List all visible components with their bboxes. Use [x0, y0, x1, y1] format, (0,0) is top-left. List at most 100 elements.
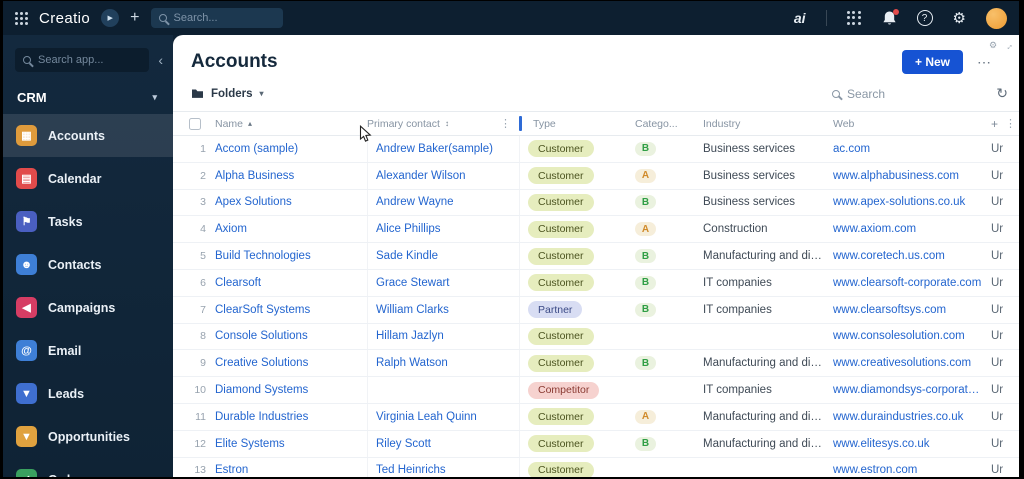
table-row[interactable]: 8 Console Solutions Hillam Jazlyn Customer w… — [173, 323, 1019, 351]
global-search[interactable] — [150, 8, 283, 28]
web-link[interactable]: www.creativesolutions.com — [833, 357, 991, 369]
primary-contact-link[interactable]: Virginia Leah Quinn — [367, 403, 519, 430]
primary-contact-link[interactable]: William Clarks — [367, 296, 519, 323]
add-column-icon[interactable]: + — [991, 117, 998, 131]
column-header-type[interactable]: Type — [519, 116, 635, 131]
marketplace-grid-icon[interactable] — [846, 10, 862, 26]
primary-contact-link[interactable]: Ted Heinrichs — [367, 457, 519, 477]
primary-contact-link[interactable] — [367, 377, 519, 403]
account-name-link[interactable]: Durable Industries — [215, 411, 367, 423]
new-button[interactable]: + New — [902, 50, 964, 74]
primary-contact-link[interactable]: Grace Stewart — [367, 269, 519, 296]
type-badge: Customer — [528, 327, 594, 345]
sidebar-item-orders[interactable]: ✓ Orders — [3, 458, 173, 477]
web-link[interactable]: www.alphabusiness.com — [833, 170, 991, 182]
web-link[interactable]: www.clearsoftsys.com — [833, 304, 991, 316]
primary-contact-link[interactable]: Sade Kindle — [367, 243, 519, 269]
table-row[interactable]: 13 Estron Ted Heinrichs Customer www.estron.… — [173, 457, 1019, 477]
refresh-icon[interactable]: ↻ — [996, 85, 1008, 102]
table-row[interactable]: 2 Alpha Business Alexander Wilson Customer A… — [173, 162, 1019, 190]
primary-contact-link[interactable]: Andrew Wayne — [367, 189, 519, 216]
table-row[interactable]: 11 Durable Industries Virginia Leah Quinn C… — [173, 403, 1019, 431]
column-header-primary-contact[interactable]: Primary contact ↕ ⋮ — [367, 117, 519, 131]
column-header-category[interactable]: Catego... — [635, 118, 703, 130]
table-row[interactable]: 3 Apex Solutions Andrew Wayne Customer B Busi… — [173, 189, 1019, 217]
primary-contact-link[interactable]: Andrew Baker(sample) — [367, 136, 519, 162]
web-link[interactable]: www.coretech.us.com — [833, 250, 991, 262]
sidebar-item-contacts[interactable]: ☻ Contacts — [3, 243, 173, 286]
account-name-link[interactable]: Console Solutions — [215, 330, 367, 342]
table-row[interactable]: 5 Build Technologies Sade Kindle Customer B M… — [173, 243, 1019, 270]
account-name-link[interactable]: Creative Solutions — [215, 357, 367, 369]
type-cell: Partner — [519, 296, 635, 323]
notifications-bell-icon[interactable] — [882, 9, 899, 26]
primary-contact-link[interactable]: Riley Scott — [367, 430, 519, 457]
account-name-link[interactable]: Alpha Business — [215, 170, 367, 182]
account-name-link[interactable]: ClearSoft Systems — [215, 304, 367, 316]
add-workspace-button[interactable]: + — [130, 10, 139, 26]
user-avatar[interactable] — [986, 7, 1007, 29]
select-all-checkbox[interactable] — [189, 117, 201, 130]
account-name-link[interactable]: Elite Systems — [215, 438, 367, 450]
column-menu-icon[interactable]: ⋮ — [500, 117, 511, 130]
sidebar-item-leads[interactable]: ▼ Leads — [3, 372, 173, 415]
table-row[interactable]: 1 Accom (sample) Andrew Baker(sample) Custo… — [173, 136, 1019, 163]
settings-gear-icon[interactable]: ⚙ — [953, 11, 966, 26]
type-badge: Customer — [528, 274, 594, 292]
account-name-link[interactable]: Clearsoft — [215, 277, 367, 289]
primary-contact-link[interactable]: Ralph Watson — [367, 350, 519, 377]
sidebar-item-tasks[interactable]: ⚑ Tasks — [3, 200, 173, 243]
account-name-link[interactable]: Apex Solutions — [215, 196, 367, 208]
web-link[interactable]: www.estron.com — [833, 464, 991, 476]
table-row[interactable]: 12 Elite Systems Riley Scott Customer B Manuf… — [173, 430, 1019, 458]
sidebar-item-campaigns[interactable]: ◀ Campaigns — [3, 286, 173, 329]
account-name-link[interactable]: Axiom — [215, 223, 367, 235]
section-settings-gear-icon[interactable]: ⚙ — [989, 40, 997, 51]
table-row[interactable]: 4 Axiom Alice Phillips Customer A Constructio… — [173, 216, 1019, 244]
table-row[interactable]: 9 Creative Solutions Ralph Watson Customer B… — [173, 350, 1019, 378]
grid-menu-icon[interactable]: ⋮ — [1005, 117, 1016, 131]
web-link[interactable]: www.clearsoft-corporate.com — [833, 277, 991, 289]
app-search[interactable] — [15, 48, 150, 72]
table-row[interactable]: 7 ClearSoft Systems William Clarks Partner B… — [173, 296, 1019, 324]
grid-search[interactable]: Search — [832, 87, 885, 101]
primary-contact-link[interactable]: Alexander Wilson — [367, 162, 519, 189]
primary-contact-link[interactable]: Alice Phillips — [367, 216, 519, 243]
account-name-link[interactable]: Build Technologies — [215, 250, 367, 262]
column-header-web[interactable]: Web — [833, 118, 991, 130]
workspace-selector[interactable]: CRM ▾ — [3, 81, 173, 114]
ai-assistant-icon[interactable]: ai — [794, 10, 806, 26]
category-cell: A — [635, 222, 703, 237]
table-row[interactable]: 6 Clearsoft Grace Stewart Customer B IT compa… — [173, 269, 1019, 297]
sidebar-item-accounts[interactable]: ▦ Accounts — [3, 114, 173, 157]
primary-contact-link[interactable]: Hillam Jazlyn — [367, 323, 519, 350]
sidebar-item-email[interactable]: @ Email — [3, 329, 173, 372]
sidebar-item-opportunities[interactable]: ▼ Opportunities — [3, 415, 173, 458]
web-link[interactable]: www.elitesys.co.uk — [833, 438, 991, 450]
app-search-input[interactable] — [38, 54, 142, 66]
web-link[interactable]: www.apex-solutions.co.uk — [833, 196, 991, 208]
help-icon[interactable]: ? — [916, 10, 933, 26]
industry-cell: Manufacturing and distrib... — [703, 410, 833, 423]
account-name-link[interactable]: Accom (sample) — [215, 143, 367, 155]
web-link[interactable]: www.duraindustries.co.uk — [833, 411, 991, 423]
web-link[interactable]: www.consolesolution.com — [833, 330, 991, 342]
type-cell: Customer — [519, 430, 635, 457]
column-header-industry[interactable]: Industry — [703, 118, 833, 130]
web-link[interactable]: www.axiom.com — [833, 223, 991, 235]
play-button[interactable]: ▶ — [101, 9, 120, 27]
more-actions-button[interactable]: ⋯ — [977, 54, 992, 71]
account-name-link[interactable]: Estron — [215, 464, 367, 476]
apps-grid-icon[interactable] — [15, 11, 28, 25]
account-name-link[interactable]: Diamond Systems — [215, 384, 367, 396]
column-header-name[interactable]: Name ▴ — [215, 118, 367, 130]
table-row[interactable]: 10 Diamond Systems Competitor IT companies w… — [173, 377, 1019, 404]
folders-button[interactable]: Folders ▾ — [191, 88, 264, 100]
topbar: Creatio ▶ + ai ? ⚙ — [3, 1, 1019, 35]
web-link[interactable]: www.diamondsys-corporate.com — [833, 384, 991, 396]
sidebar-item-label: Leads — [48, 386, 85, 401]
web-link[interactable]: ac.com — [833, 143, 991, 155]
global-search-input[interactable] — [173, 12, 275, 24]
sidebar-item-calendar[interactable]: ▤ Calendar — [3, 157, 173, 200]
collapse-sidebar-icon[interactable]: ‹ — [158, 53, 163, 67]
